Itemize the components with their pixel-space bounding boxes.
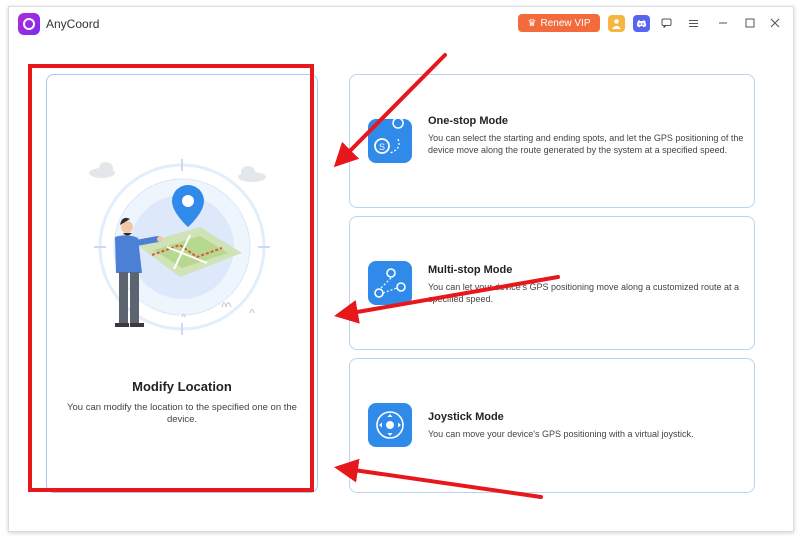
arrow-1 [333, 53, 447, 168]
arrow-3 [334, 458, 543, 499]
annotation-arrows [333, 53, 560, 499]
arrow-2 [334, 275, 560, 324]
